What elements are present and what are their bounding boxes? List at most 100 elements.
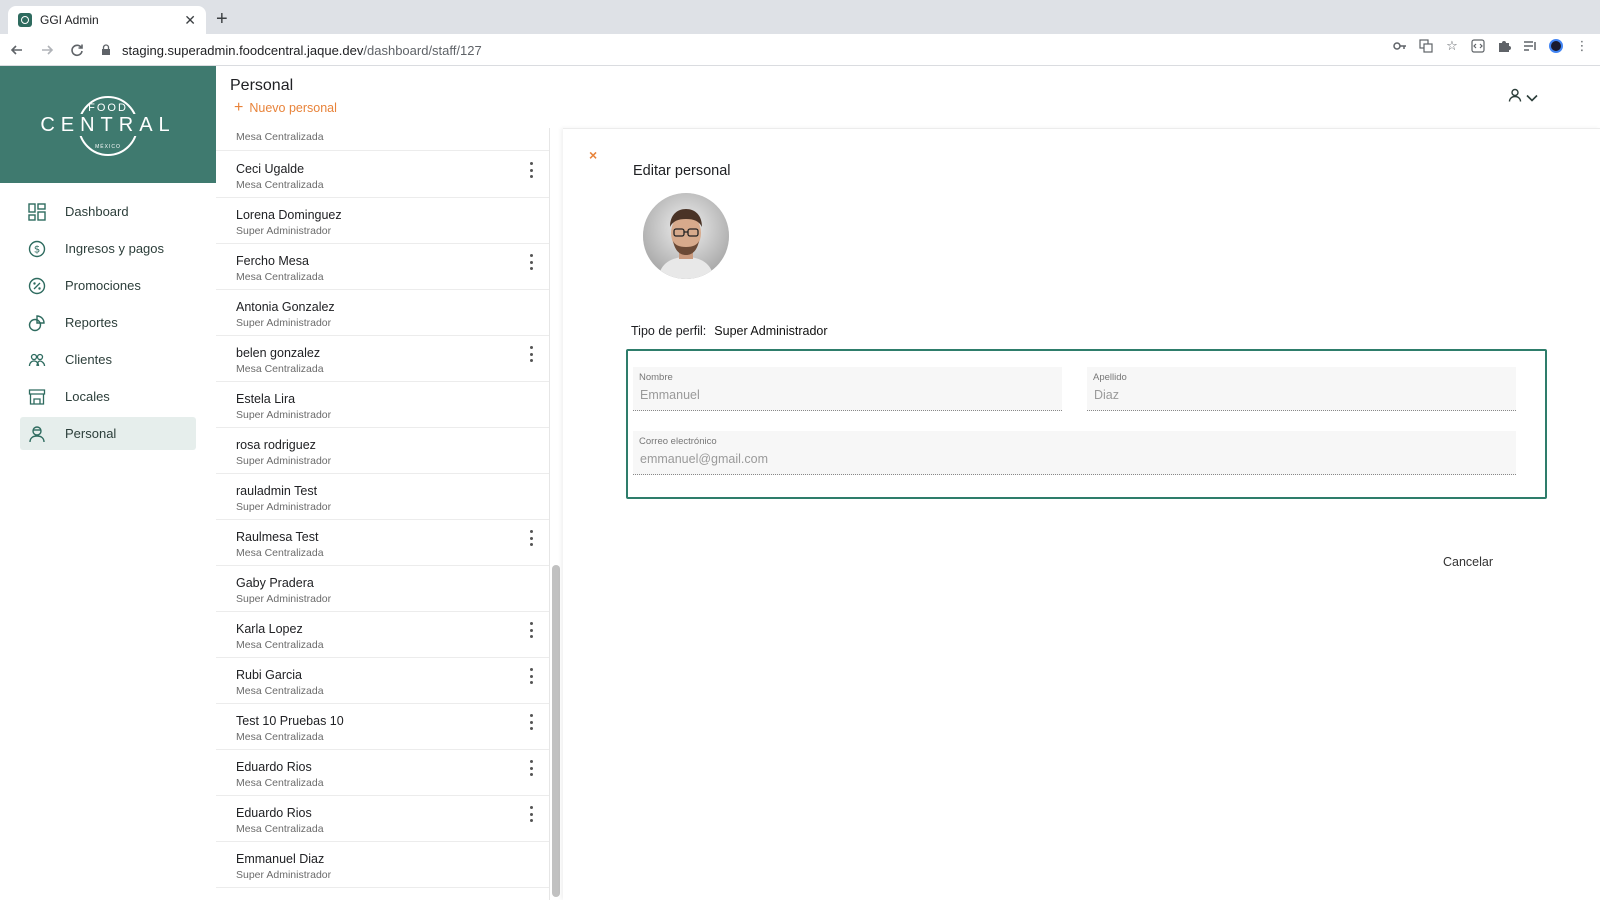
- first-name-value: Emmanuel: [640, 388, 700, 402]
- list-item[interactable]: Fercho Mesa Mesa Centralizada: [216, 244, 549, 290]
- sidebar-item-promociones[interactable]: Promociones: [20, 269, 196, 302]
- email-field[interactable]: Correo electrónico emmanuel@gmail.com: [633, 431, 1516, 475]
- list-item[interactable]: Karla Lopez Mesa Centralizada: [216, 612, 549, 658]
- profile-type: Tipo de perfil: Super Administrador: [631, 324, 828, 338]
- list-item[interactable]: Rubi Garcia Mesa Centralizada: [216, 658, 549, 704]
- clients-icon: [28, 351, 46, 369]
- staff-form: Nombre Emmanuel Apellido Diaz Correo ele…: [626, 349, 1547, 499]
- sidebar-item-label: Promociones: [65, 278, 141, 293]
- last-name-field[interactable]: Apellido Diaz: [1087, 367, 1516, 411]
- sidebar-item-dashboard[interactable]: Dashboard: [20, 195, 196, 228]
- logo[interactable]: FOOD CENTRAL MÉXICO: [0, 66, 216, 183]
- close-icon[interactable]: ×: [589, 147, 597, 163]
- staff-name: Estela Lira: [236, 392, 296, 406]
- url-host: staging.superadmin.foodcentral.jaque.dev: [122, 42, 364, 58]
- list-item[interactable]: Lorena Dominguez Super Administrador: [216, 198, 549, 244]
- staff-role: Super Administrador: [236, 225, 332, 237]
- list-item[interactable]: Test 10 Pruebas 10 Mesa Centralizada: [216, 704, 549, 750]
- more-options-icon[interactable]: [526, 530, 536, 546]
- address-bar[interactable]: staging.superadmin.foodcentral.jaque.dev…: [90, 37, 1550, 63]
- forward-icon[interactable]: [34, 37, 60, 63]
- profile-avatar[interactable]: [1548, 38, 1564, 54]
- more-options-icon[interactable]: [526, 346, 536, 362]
- staff-name: Test 10 Pruebas 10: [236, 714, 344, 728]
- more-options-icon[interactable]: [526, 254, 536, 270]
- staff-name: Emmanuel Diaz: [236, 852, 325, 866]
- list-item[interactable]: rosa rodriguez Super Administrador: [216, 428, 549, 474]
- browser-tab-bar: GGI Admin ✕ +: [0, 0, 1600, 34]
- list-item[interactable]: Estela Lira Super Administrador: [216, 382, 549, 428]
- key-icon[interactable]: [1392, 38, 1408, 54]
- more-options-icon[interactable]: [526, 806, 536, 822]
- translate-icon[interactable]: [1418, 38, 1434, 54]
- sidebar-item-reportes[interactable]: Reportes: [20, 306, 196, 339]
- cancel-button[interactable]: Cancelar: [1443, 555, 1493, 569]
- more-options-icon[interactable]: [526, 162, 536, 178]
- list-item[interactable]: Raulmesa Test Mesa Centralizada: [216, 520, 549, 566]
- sidebar-item-clientes[interactable]: Clientes: [20, 343, 196, 376]
- staff-role: Mesa Centralizada: [236, 271, 324, 283]
- email-value: emmanuel@gmail.com: [640, 452, 769, 466]
- edit-staff-panel: × Editar personal Tipo de perfil: Super …: [563, 128, 1600, 900]
- sidebar-item-label: Locales: [65, 389, 110, 404]
- list-item[interactable]: Emmanuel Diaz Super Administrador: [216, 842, 549, 888]
- svg-text:$: $: [34, 244, 40, 255]
- logo-sub-text: MÉXICO: [95, 144, 121, 150]
- last-name-value: Diaz: [1094, 388, 1120, 402]
- list-item[interactable]: belen gonzalez Mesa Centralizada: [216, 336, 549, 382]
- reload-icon[interactable]: [64, 37, 90, 63]
- star-icon[interactable]: ☆: [1444, 38, 1460, 54]
- logo-food-text: FOOD: [88, 102, 128, 114]
- sidebar-item-ingresos[interactable]: $ Ingresos y pagos: [20, 232, 196, 265]
- back-icon[interactable]: [4, 37, 30, 63]
- store-icon: [28, 388, 46, 406]
- list-scrollbar[interactable]: [552, 565, 560, 897]
- media-queue-icon[interactable]: [1522, 38, 1538, 54]
- logo-central-text: CENTRAL: [0, 114, 216, 137]
- new-staff-button[interactable]: + Nuevo personal: [234, 100, 337, 116]
- sidebar-item-label: Personal: [65, 426, 117, 441]
- more-options-icon[interactable]: [526, 714, 536, 730]
- browser-tab[interactable]: GGI Admin ✕: [8, 6, 206, 34]
- staff-role: Super Administrador: [236, 317, 332, 329]
- list-item[interactable]: Eduardo Rios Mesa Centralizada: [216, 796, 549, 842]
- staff-name: Raulmesa Test: [236, 530, 319, 544]
- sidebar-item-label: Ingresos y pagos: [65, 241, 165, 256]
- sidebar-item-locales[interactable]: Locales: [20, 380, 196, 413]
- new-tab-icon[interactable]: +: [216, 9, 228, 29]
- staff-name: rauladmin Test: [236, 484, 318, 498]
- dollar-icon: $: [28, 240, 46, 258]
- more-options-icon[interactable]: [526, 760, 536, 776]
- list-item[interactable]: Eduardo Rios Mesa Centralizada: [216, 750, 549, 796]
- sidebar-item-personal[interactable]: Personal: [20, 417, 196, 450]
- first-name-label: Nombre: [639, 372, 673, 383]
- email-label: Correo electrónico: [639, 436, 717, 447]
- logo-main-text: CENTRAL: [36, 114, 180, 136]
- first-name-field[interactable]: Nombre Emmanuel: [633, 367, 1062, 411]
- staff-name: Gaby Pradera: [236, 576, 314, 590]
- url-path: /dashboard/staff/127: [363, 42, 482, 58]
- code-extension-icon[interactable]: [1470, 38, 1486, 54]
- browser-menu-icon[interactable]: ⋮: [1574, 38, 1590, 54]
- staff-role: Mesa Centralizada: [236, 639, 324, 651]
- list-item[interactable]: Antonia Gonzalez Super Administrador: [216, 290, 549, 336]
- list-item-partial[interactable]: Mesa Centralizada: [216, 128, 549, 151]
- list-item[interactable]: Ceci Ugalde Mesa Centralizada: [216, 152, 549, 198]
- url-text: staging.superadmin.foodcentral.jaque.dev…: [122, 43, 482, 58]
- user-icon: [1508, 88, 1522, 107]
- avatar[interactable]: [643, 193, 729, 279]
- sidebar-item-label: Reportes: [65, 315, 118, 330]
- tab-close-icon[interactable]: ✕: [184, 12, 196, 29]
- list-item[interactable]: rauladmin Test Super Administrador: [216, 474, 549, 520]
- list-item[interactable]: Gaby Pradera Super Administrador: [216, 566, 549, 612]
- tab-title: GGI Admin: [40, 13, 99, 27]
- user-menu[interactable]: [1508, 88, 1538, 107]
- more-options-icon[interactable]: [526, 668, 536, 684]
- reports-icon: [28, 314, 46, 332]
- new-staff-label: Nuevo personal: [249, 101, 337, 115]
- puzzle-icon[interactable]: [1496, 38, 1512, 54]
- more-options-icon[interactable]: [526, 622, 536, 638]
- percent-icon: [28, 277, 46, 295]
- staff-role: Super Administrador: [236, 409, 332, 421]
- staff-role: Mesa Centralizada: [236, 131, 324, 143]
